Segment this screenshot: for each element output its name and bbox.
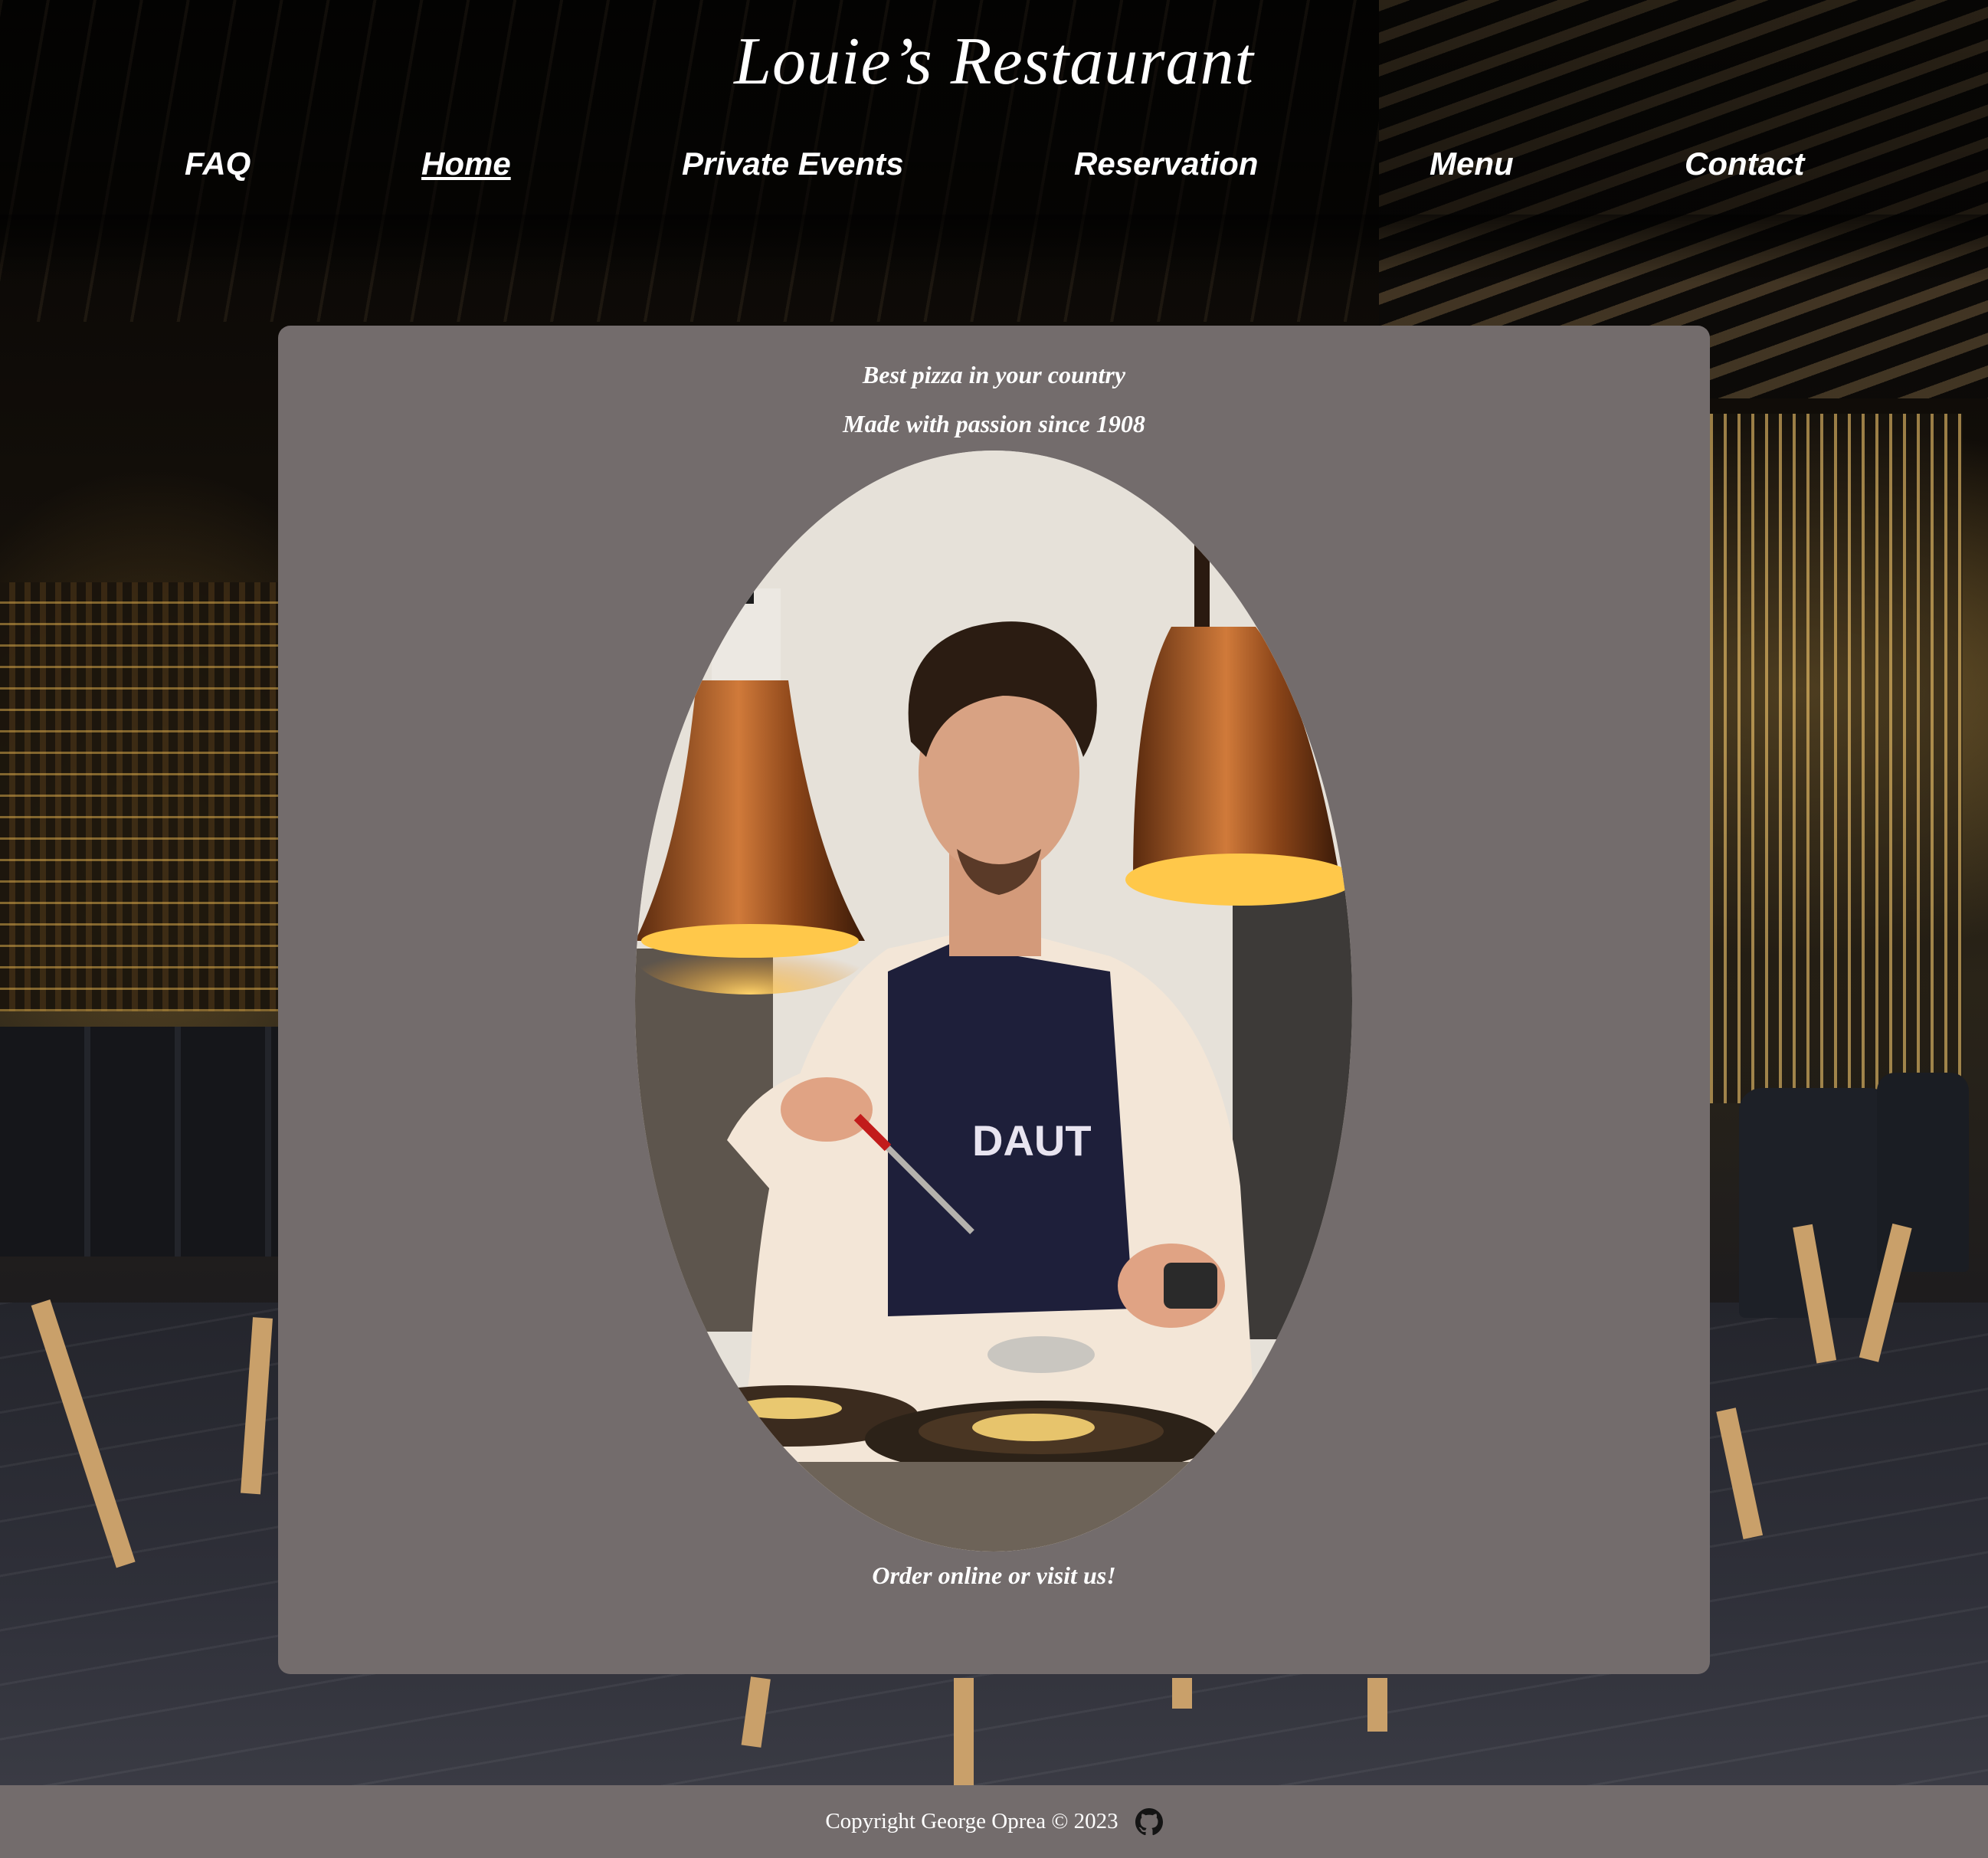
chef-plating-photo: DAUT — [635, 451, 1352, 1552]
leather-bench — [0, 1027, 278, 1257]
apron-logo: DAUT — [972, 1116, 1092, 1165]
nav-link-contact[interactable]: Contact — [1685, 146, 1804, 182]
chair-leg — [1367, 1678, 1387, 1732]
nav-link-home[interactable]: Home — [421, 146, 511, 182]
site-header: Louie’s Restaurant FAQ Home Private Even… — [0, 0, 1988, 215]
chair-leg — [1172, 1678, 1192, 1709]
tagline-best-pizza: Best pizza in your country — [862, 361, 1126, 388]
chair-leg — [954, 1678, 974, 1785]
header-shadow — [0, 215, 1988, 283]
nav-link-menu[interactable]: Menu — [1430, 146, 1514, 182]
nav-link-faq[interactable]: FAQ — [185, 146, 251, 182]
wine-shelf — [0, 582, 278, 1011]
gold-partition — [1710, 414, 1963, 1103]
copyright-text: Copyright George Oprea © 2023 — [825, 1809, 1118, 1833]
tagline-since: Made with passion since 1908 — [843, 410, 1145, 437]
site-footer: Copyright George Oprea © 2023 — [0, 1785, 1988, 1858]
main-nav: FAQ Home Private Events Reservation Menu… — [0, 146, 1988, 199]
order-online-text: Order online or visit us! — [872, 1561, 1116, 1589]
chef-illustration: DAUT — [635, 451, 1352, 1552]
main-content-panel: Best pizza in your country Made with pas… — [278, 326, 1710, 1674]
github-icon[interactable] — [1135, 1807, 1163, 1836]
site-title: Louie’s Restaurant — [734, 25, 1254, 99]
nav-link-reservation[interactable]: Reservation — [1074, 146, 1258, 182]
nav-link-private-events[interactable]: Private Events — [682, 146, 904, 182]
